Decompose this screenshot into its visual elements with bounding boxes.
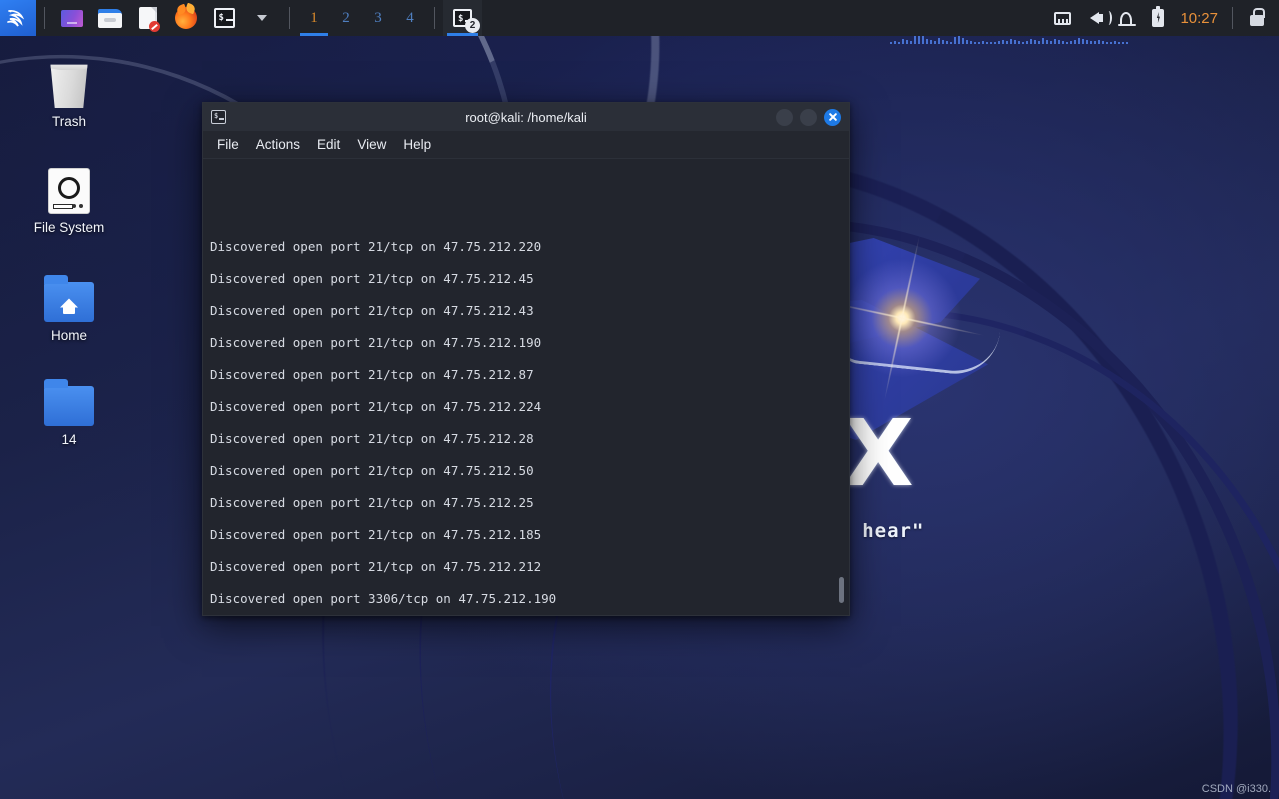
desktop-icon-file-system[interactable]: File System (14, 158, 124, 237)
battery-icon[interactable] (1142, 0, 1174, 36)
panel-separator (44, 7, 45, 29)
dragon-wing-edge (836, 315, 1000, 379)
menu-item-help[interactable]: Help (403, 137, 431, 152)
desktop-icon-trash[interactable]: Trash (14, 52, 124, 131)
launcher-text-editor[interactable] (133, 3, 163, 33)
terminal-line: Discovered open port 21/tcp on 47.75.212… (210, 431, 534, 446)
window-count-badge: 2 (465, 18, 480, 33)
kali-dragon-glyph (7, 9, 25, 27)
workspace-button-4[interactable]: 4 (394, 0, 426, 36)
terminal-line: Discovered open port 21/tcp on 47.75.212… (210, 239, 542, 254)
terminal-line: Discovered open port 21/tcp on 47.75.212… (210, 495, 534, 510)
kali-menu-icon[interactable] (0, 0, 36, 36)
terminal-icon: $ (211, 110, 226, 124)
panel-separator (1232, 7, 1233, 29)
file-manager-icon (98, 8, 122, 28)
terminal-line: Discovered open port 21/tcp on 47.75.212… (210, 335, 542, 350)
window-button-terminal[interactable]: $ 2 (443, 0, 482, 36)
home-folder-icon (14, 266, 124, 322)
notification-bell-icon[interactable] (1110, 0, 1142, 36)
panel-separator (289, 7, 290, 29)
terminal-window[interactable]: $ root@kali: /home/kali File Actions Edit V… (202, 102, 850, 616)
scrollbar-thumb[interactable] (839, 577, 844, 603)
launcher-firefox[interactable] (171, 3, 201, 33)
lock-icon[interactable] (1241, 0, 1273, 36)
close-button[interactable] (824, 108, 841, 126)
maximize-button[interactable] (800, 108, 817, 126)
launcher-file-manager[interactable] (95, 3, 125, 33)
desktop-icon-label: Home (50, 328, 87, 343)
workspace-button-3[interactable]: 3 (362, 0, 394, 36)
desktop-icon-label: Trash (51, 114, 86, 129)
terminal-line: Discovered open port 21/tcp on 47.75.212… (210, 399, 542, 414)
terminal-line: Discovered open port 21/tcp on 47.75.212… (210, 367, 534, 382)
terminal-line: Discovered open port 21/tcp on 47.75.212… (210, 559, 542, 574)
menu-item-edit[interactable]: Edit (317, 137, 340, 152)
workspace-button-2[interactable]: 2 (330, 0, 362, 36)
starburst-glow (842, 258, 962, 378)
chevron-down-icon (257, 15, 267, 21)
terminal-title: root@kali: /home/kali (465, 109, 587, 125)
menu-item-view[interactable]: View (357, 137, 386, 152)
disk-icon (14, 158, 124, 214)
terminal-line: Discovered open port 21/tcp on 47.75.212… (210, 527, 542, 542)
text-editor-icon (139, 7, 160, 32)
system-tray: 10:27 (1046, 0, 1279, 36)
terminal-menubar: File Actions Edit View Help (203, 131, 849, 159)
terminal-titlebar[interactable]: $ root@kali: /home/kali (203, 103, 849, 131)
panel-separator (434, 7, 435, 29)
top-panel: $ 1234 $ 2 10:27 (0, 0, 1279, 36)
app-purple-icon (61, 9, 83, 27)
launcher-terminal[interactable]: $ (209, 3, 239, 33)
terminal-output[interactable]: Discovered open port 21/tcp on 47.75.212… (203, 159, 849, 615)
launcher-app-purple[interactable] (57, 3, 87, 33)
network-icon[interactable] (1046, 0, 1078, 36)
desktop-icon-home[interactable]: Home (14, 266, 124, 345)
terminal-line: Discovered open port 21/tcp on 47.75.212… (210, 303, 534, 318)
workspace-switcher[interactable]: 1234 (298, 0, 426, 36)
volume-icon[interactable] (1078, 0, 1112, 36)
watermark: CSDN @i330. (1201, 783, 1271, 795)
minimize-button[interactable] (776, 108, 793, 126)
terminal-line: Discovered open port 21/tcp on 47.75.212… (210, 463, 534, 478)
workspace-button-1[interactable]: 1 (298, 0, 330, 36)
terminal-scrollbar[interactable] (836, 159, 846, 615)
trash-icon (14, 52, 124, 108)
launcher-more[interactable] (247, 3, 277, 33)
terminal-line: Discovered open port 21/tcp on 47.75.212… (210, 271, 534, 286)
folder-icon (14, 370, 124, 426)
desktop-icon-label: 14 (61, 432, 77, 447)
terminal-icon: $ (213, 8, 235, 28)
desktop-icon-label: File System (33, 220, 105, 235)
desktop-icon-folder-14[interactable]: 14 (14, 370, 124, 449)
clock[interactable]: 10:27 (1174, 10, 1224, 27)
window-controls (776, 108, 841, 126)
firefox-icon (175, 7, 197, 29)
menu-item-file[interactable]: File (217, 137, 239, 152)
terminal-line: Discovered open port 3306/tcp on 47.75.2… (210, 591, 557, 606)
menu-item-actions[interactable]: Actions (256, 137, 300, 152)
